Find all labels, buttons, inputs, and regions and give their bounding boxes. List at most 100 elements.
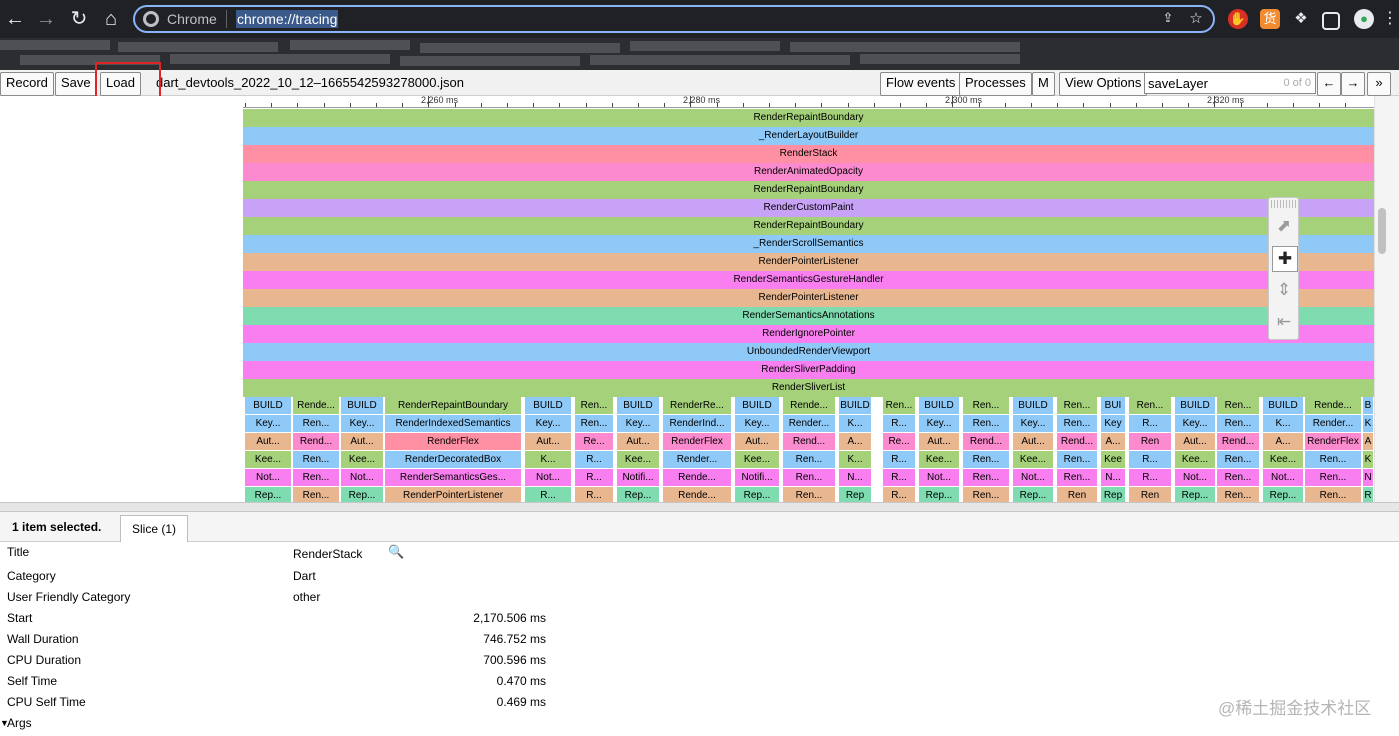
sub-slice[interactable]: RenderDecoratedBox <box>385 451 521 468</box>
sub-slice[interactable]: Not... <box>341 469 383 486</box>
sub-slice[interactable]: R... <box>883 451 915 468</box>
timeline-scrollbar[interactable] <box>1374 96 1399 502</box>
sub-slice[interactable]: Ren... <box>963 469 1009 486</box>
sub-slice[interactable]: Aut... <box>525 433 571 450</box>
back-arrow-icon[interactable]: ← <box>2 6 28 32</box>
track-slice[interactable]: RenderSemanticsAnnotations <box>243 307 1374 325</box>
profile-avatar[interactable]: ● <box>1354 9 1374 29</box>
sub-slice[interactable]: R... <box>883 415 915 432</box>
track-slice[interactable]: UnboundedRenderViewport <box>243 343 1374 361</box>
sub-slice[interactable]: Rende... <box>293 397 339 414</box>
sub-slice[interactable]: Rende... <box>663 469 731 486</box>
sub-slice[interactable]: Ren... <box>1217 415 1259 432</box>
sub-slice[interactable]: Re... <box>575 433 613 450</box>
track-slice[interactable]: _RenderLayoutBuilder <box>243 127 1374 145</box>
zoom-icon[interactable]: ⇕ <box>1272 278 1296 302</box>
pan-icon[interactable]: ✚ <box>1272 246 1298 272</box>
sub-slice[interactable]: A... <box>1263 433 1303 450</box>
sub-slice[interactable]: Ren... <box>293 415 339 432</box>
more-options-button[interactable]: » <box>1367 72 1391 96</box>
search-magnifier-icon[interactable]: 🔍 <box>388 544 404 560</box>
forward-arrow-icon[interactable]: → <box>33 6 59 32</box>
sub-slice[interactable]: R... <box>1129 451 1171 468</box>
sub-slice[interactable]: Rende... <box>1305 397 1361 414</box>
sub-slice[interactable]: Ren... <box>783 469 835 486</box>
sub-slice[interactable]: Kee... <box>919 451 959 468</box>
sub-slice[interactable]: A... <box>1101 433 1125 450</box>
sub-slice[interactable]: K... <box>525 451 571 468</box>
sub-slice[interactable]: RenderInd... <box>663 415 731 432</box>
metadata-button[interactable]: M <box>1032 72 1055 96</box>
address-bar[interactable]: Chrome chrome://tracing ⇪ ☆ <box>133 5 1215 33</box>
sub-slice[interactable]: BUILD <box>1175 397 1215 414</box>
sub-slice[interactable]: Ren... <box>1057 469 1097 486</box>
sub-slice[interactable]: R... <box>1129 469 1171 486</box>
sub-slice[interactable]: Ren... <box>963 415 1009 432</box>
sub-slice[interactable]: B <box>1363 397 1373 414</box>
sub-slice[interactable]: Aut... <box>245 433 291 450</box>
sub-slice[interactable]: BUILD <box>1263 397 1303 414</box>
sub-slice[interactable]: Ren... <box>1217 451 1259 468</box>
sub-slice[interactable]: Ren... <box>963 397 1009 414</box>
sub-slice[interactable]: Notifi... <box>735 469 779 486</box>
sub-slice[interactable]: Not... <box>1175 469 1215 486</box>
sub-slice[interactable]: R... <box>575 469 613 486</box>
sub-slice[interactable]: Kee... <box>245 451 291 468</box>
flow-events-button[interactable]: Flow events <box>880 72 962 96</box>
sub-slice[interactable]: RenderIndexedSemantics <box>385 415 521 432</box>
sub-slice[interactable]: Kee... <box>341 451 383 468</box>
track-slice[interactable]: RenderSliverPadding <box>243 361 1374 379</box>
sub-slice[interactable]: Rend... <box>783 433 835 450</box>
select-cursor-icon[interactable]: ⬈ <box>1272 214 1296 238</box>
extension-tag-icon[interactable]: 货 <box>1260 9 1280 29</box>
home-icon[interactable]: ⌂ <box>98 6 124 32</box>
sub-slice[interactable]: Kee... <box>1263 451 1303 468</box>
track-slice[interactable]: RenderSliverList <box>243 379 1374 397</box>
flame-chart[interactable]: RenderRepaintBoundary _RenderLayoutBuilde… <box>243 109 1374 504</box>
track-slice[interactable]: RenderStack <box>243 145 1374 163</box>
sub-slice[interactable]: BUILD <box>735 397 779 414</box>
sub-slice[interactable]: Key <box>1101 415 1125 432</box>
url-text[interactable]: chrome://tracing <box>236 10 339 28</box>
sub-slice[interactable]: K... <box>1263 415 1303 432</box>
sub-slice[interactable]: Key... <box>735 415 779 432</box>
sub-slice[interactable]: Aut... <box>341 433 383 450</box>
sub-slice[interactable]: BUILD <box>919 397 959 414</box>
view-options-button[interactable]: View Options <box>1059 72 1148 96</box>
sub-slice[interactable]: RenderFlex <box>663 433 731 450</box>
sub-slice[interactable]: Aut... <box>1175 433 1215 450</box>
sub-slice[interactable]: Ren... <box>1057 415 1097 432</box>
sub-slice[interactable]: RenderFlex <box>1305 433 1361 450</box>
sub-slice[interactable]: BUILD <box>617 397 659 414</box>
reload-icon[interactable]: ↻ <box>66 6 92 32</box>
side-panel-icon[interactable] <box>1322 12 1340 30</box>
sub-slice[interactable]: BUILD <box>245 397 291 414</box>
sub-slice[interactable]: BUILD <box>525 397 571 414</box>
sub-slice[interactable]: BUILD <box>341 397 383 414</box>
sub-slice[interactable]: Key... <box>341 415 383 432</box>
sub-slice[interactable]: Not... <box>1013 469 1053 486</box>
sub-slice[interactable]: Ren... <box>1129 397 1171 414</box>
scrollbar-thumb[interactable] <box>1378 208 1386 254</box>
sub-slice[interactable]: Kee... <box>1013 451 1053 468</box>
track-slice[interactable]: RenderPointerListener <box>243 289 1374 307</box>
sub-slice[interactable]: Rend... <box>1217 433 1259 450</box>
sub-slice[interactable]: Ren... <box>963 451 1009 468</box>
sub-slice[interactable]: Aut... <box>919 433 959 450</box>
sub-slice[interactable]: RenderSemanticsGes... <box>385 469 521 486</box>
sub-slice[interactable]: RenderRe... <box>663 397 731 414</box>
processes-button[interactable]: Processes <box>959 72 1032 96</box>
sub-slice[interactable]: Render... <box>1305 415 1361 432</box>
sub-slice[interactable]: R... <box>575 451 613 468</box>
sub-slice[interactable]: Kee... <box>617 451 659 468</box>
bookmark-star-icon[interactable]: ☆ <box>1187 9 1205 27</box>
tab-slice[interactable]: Slice (1) <box>120 515 188 542</box>
record-button[interactable]: Record <box>0 72 54 96</box>
sub-slice[interactable]: Ren... <box>1057 451 1097 468</box>
sub-slice[interactable]: BUI <box>1101 397 1125 414</box>
sub-slice[interactable]: Key... <box>525 415 571 432</box>
panel-splitter[interactable] <box>0 502 1399 512</box>
sub-slice[interactable]: Rende... <box>783 397 835 414</box>
sub-slice[interactable]: Render... <box>663 451 731 468</box>
sub-slice[interactable]: R... <box>883 469 915 486</box>
